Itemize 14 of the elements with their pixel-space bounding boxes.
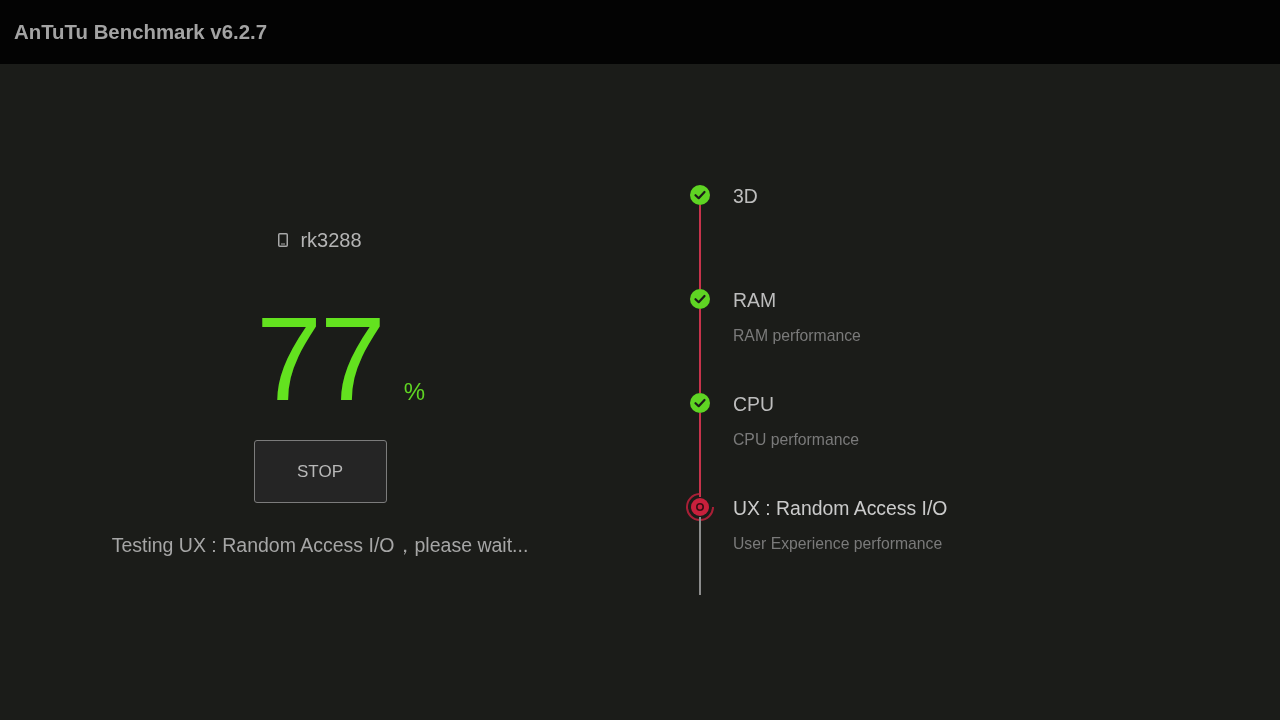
phone-icon bbox=[278, 233, 289, 247]
step-subtitle: CPU performance bbox=[733, 430, 860, 450]
status-message: Testing UX : Random Access I/O，please wait... bbox=[111, 533, 529, 557]
step-title: RAM bbox=[733, 289, 778, 311]
progress-percent: 77 bbox=[256, 300, 384, 418]
step-title: CPU bbox=[733, 393, 775, 415]
stop-button[interactable]: STOP bbox=[253, 440, 387, 503]
step-title: UX : Random Access I/O bbox=[733, 497, 948, 519]
step-subtitle: User Experience performance bbox=[733, 534, 944, 554]
app-title: AnTuTu Benchmark v6.2.7 bbox=[14, 20, 268, 44]
device-name: rk3288 bbox=[300, 228, 362, 252]
percent-unit: % bbox=[403, 380, 425, 404]
step-title: 3D bbox=[733, 185, 758, 207]
step-subtitle: RAM performance bbox=[733, 326, 861, 346]
